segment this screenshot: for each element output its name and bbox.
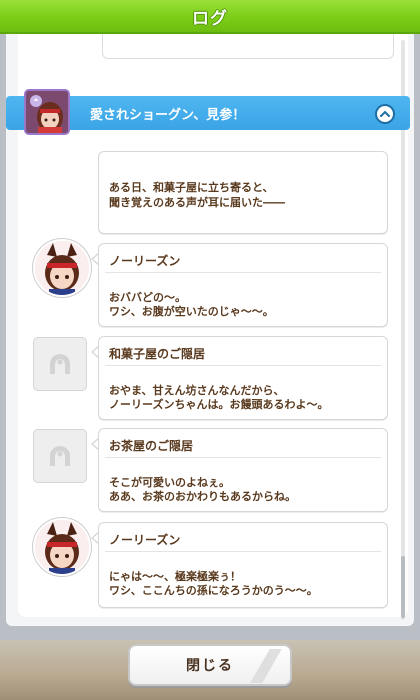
character-portrait-icon <box>35 241 89 295</box>
chapter-title: 愛されショーグン、見参！ <box>90 108 246 123</box>
divider <box>105 551 381 552</box>
speaker-name: お茶屋のご隠居 <box>109 439 194 453</box>
chapter-thumbnail <box>24 89 70 135</box>
dialogue-card: ノーリーズン にゃは～～、極楽極楽ぅ！ ワシ、ここんちの孫になろうかのう～～。 <box>98 522 388 608</box>
divider <box>105 365 381 366</box>
page-title: ログ <box>192 8 228 29</box>
placeholder-avatar <box>33 337 87 391</box>
dialogue-card: お茶屋のご隠居 そこが可愛いのよねぇ。 ああ、お茶のおかわりもあるからね。 <box>98 428 388 512</box>
speaker-name: ノーリーズン <box>109 254 181 268</box>
dialogue-card: ノーリーズン おババどの～。 ワシ、お腹が空いたのじゃ～～。 <box>98 243 388 327</box>
speaker-name: ノーリーズン <box>109 533 181 547</box>
dialogue-line: ワシ、お腹が空いたのじゃ～～。 <box>109 305 274 318</box>
horseshoe-icon <box>50 446 70 466</box>
chevron-up-icon <box>380 110 390 117</box>
dialogue-line: ノーリーズンちゃんは。お饅頭あるわよ～。 <box>109 398 329 411</box>
character-portrait-icon <box>35 520 89 574</box>
avatar <box>33 518 91 576</box>
narration-card: ある日、和菓子屋に立ち寄ると、 聞き覚えのある声が耳に届いた―― <box>98 151 388 234</box>
speaker-name: 和菓子屋のご隠居 <box>109 347 206 361</box>
header-bar: ログ <box>0 0 420 34</box>
dialogue-card: 和菓子屋のご隠居 おやま、甘えん坊さんなんだから、 ノーリーズンちゃんは。お饅頭… <box>98 336 388 420</box>
chapter-character-icon <box>26 91 68 133</box>
horseshoe-icon <box>50 354 70 374</box>
previous-log-card <box>102 34 394 59</box>
dialogue-line: ああ、お茶のおかわりもあるからね。 <box>109 490 296 503</box>
avatar <box>33 239 91 297</box>
scrollbar-thumb[interactable] <box>401 556 405 618</box>
collapse-button[interactable] <box>375 104 395 124</box>
narration-line: 聞き覚えのある声が耳に届いた―― <box>109 196 285 209</box>
button-shine <box>250 649 282 683</box>
divider <box>105 272 381 273</box>
narration-line: ある日、和菓子屋に立ち寄ると、 <box>109 181 274 194</box>
placeholder-avatar <box>33 429 87 483</box>
close-button[interactable]: 閉じる <box>128 644 292 686</box>
divider <box>105 457 381 458</box>
dialogue-line: ワシ、ここんちの孫になろうかのう～～。 <box>109 584 318 597</box>
close-button-label: 閉じる <box>186 658 234 674</box>
